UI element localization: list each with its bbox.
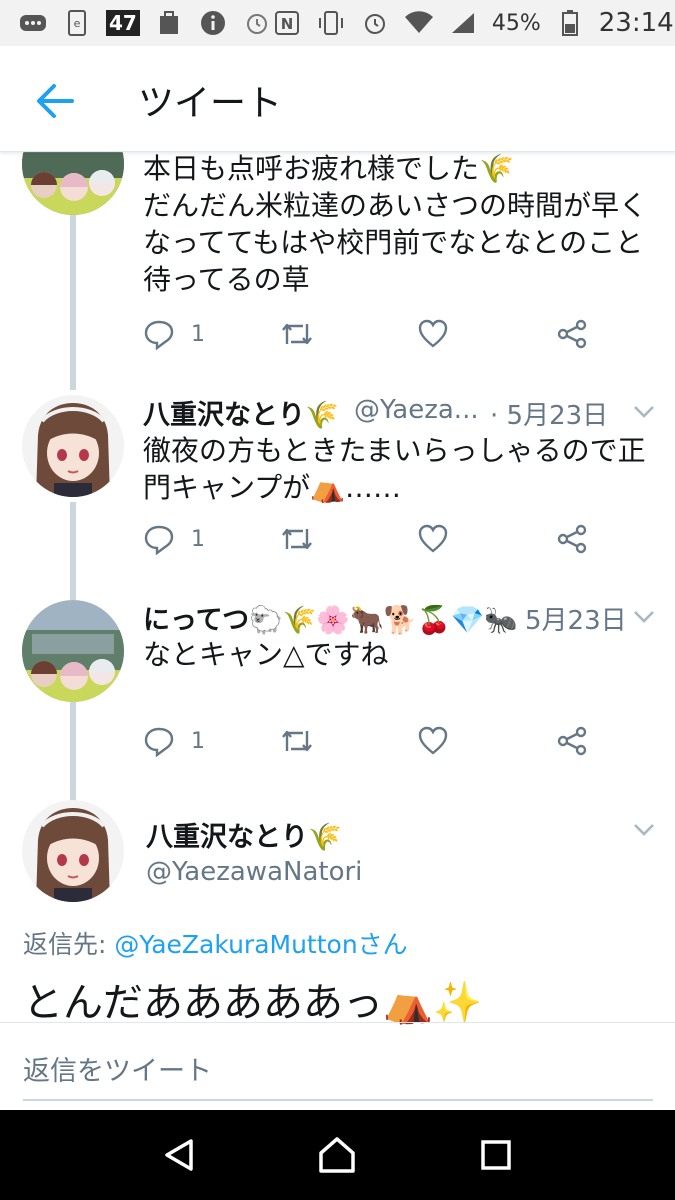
like-button[interactable] — [417, 721, 449, 761]
share-button[interactable] — [556, 314, 588, 354]
input-underline — [23, 1099, 653, 1101]
battery-icon — [555, 9, 585, 37]
alarm-clock-icon — [360, 9, 390, 37]
chevron-down-icon[interactable] — [632, 609, 656, 625]
retweet-button[interactable] — [279, 721, 315, 761]
back-triangle-icon — [165, 1139, 193, 1171]
chevron-down-icon[interactable] — [632, 404, 656, 420]
reply-to: 返信先: @YaeZakuraMuttonさん — [23, 925, 408, 961]
message-icon — [18, 9, 48, 37]
svg-text:e: e — [74, 17, 81, 30]
reply-count: 1 — [191, 728, 205, 754]
wifi-icon — [404, 9, 434, 37]
retweet-button[interactable] — [279, 314, 315, 354]
share-icon — [557, 726, 587, 756]
reply-icon — [144, 727, 174, 757]
heart-icon — [418, 319, 448, 348]
battery-percent: 45% — [491, 10, 541, 36]
back-arrow-icon[interactable] — [34, 80, 76, 122]
status-bar: e 47 N 45% 23:14 — [0, 0, 675, 46]
avatar[interactable] — [22, 395, 124, 497]
reply-composer[interactable]: 返信をツイート — [0, 1022, 675, 1110]
thread-line — [70, 702, 76, 802]
vibrate-icon — [316, 9, 346, 37]
clock: 23:14 — [598, 8, 674, 38]
reply-to-label: 返信先: — [23, 930, 107, 959]
recents-icon — [481, 1140, 511, 1170]
notification-badge: 47 — [106, 10, 140, 36]
author-name[interactable]: 八重沢なとり🌾 — [143, 393, 339, 432]
share-icon — [557, 524, 587, 554]
avatar[interactable] — [22, 800, 124, 902]
tweet-text: なとキャン△ですね — [143, 638, 389, 671]
reply-input[interactable]: 返信をツイート — [23, 1049, 212, 1088]
navigation-bar — [0, 1110, 675, 1200]
reply-icon — [144, 320, 174, 350]
nfc-icon: N — [272, 9, 302, 37]
reply-button[interactable]: 1 — [143, 519, 205, 559]
info-icon — [198, 9, 228, 37]
home-icon — [319, 1137, 356, 1173]
main-tweet-text: とんだあああああっ⛺✨ — [23, 980, 483, 1026]
tweet-date[interactable]: · 5月23日 — [490, 395, 608, 432]
heart-icon — [418, 726, 448, 755]
tweet-text: 徹夜の方もときたまいらっしゃるので正門キャンプが⛺…… — [143, 434, 646, 504]
home-button[interactable] — [312, 1130, 362, 1180]
like-button[interactable] — [417, 519, 449, 559]
svg-text:N: N — [281, 15, 294, 33]
share-icon — [557, 319, 587, 349]
alarm-icon — [242, 9, 272, 37]
reply-icon — [144, 525, 174, 555]
retweet-icon — [282, 528, 312, 550]
sim-icon: e — [62, 9, 92, 37]
chevron-down-icon[interactable] — [632, 822, 656, 838]
share-button[interactable] — [556, 519, 588, 559]
retweet-icon — [282, 323, 312, 345]
avatar[interactable] — [22, 600, 124, 702]
reply-count: 1 — [191, 321, 205, 347]
reply-to-link[interactable]: @YaeZakuraMuttonさん — [114, 930, 407, 959]
tweet-date[interactable]: 5月23日 — [525, 600, 627, 637]
recents-button[interactable] — [471, 1130, 521, 1180]
like-button[interactable] — [417, 314, 449, 354]
author-name[interactable]: 八重沢なとり🌾 — [146, 815, 342, 854]
thread-line — [70, 502, 76, 600]
signal-icon — [448, 9, 478, 37]
author-name[interactable]: にってつ🐑🌾🌸🐂🐕🍒💎🐜 — [143, 598, 518, 637]
reply-button[interactable]: 1 — [143, 721, 205, 761]
back-button[interactable] — [154, 1130, 204, 1180]
thread-line — [70, 215, 76, 390]
share-button[interactable] — [556, 721, 588, 761]
retweet-button[interactable] — [279, 519, 315, 559]
author-handle[interactable]: @Yaeza... — [354, 395, 479, 425]
retweet-icon — [282, 730, 312, 752]
tweet-actions: 1 — [143, 314, 603, 354]
reply-button[interactable]: 1 — [143, 314, 205, 354]
clipboard-icon — [154, 9, 184, 37]
author-handle[interactable]: @YaezawaNatori — [146, 857, 362, 887]
top-app-bar: ツイート — [0, 46, 675, 152]
tweet-actions: 1 — [143, 721, 603, 761]
tweet-actions: 1 — [143, 519, 603, 559]
heart-icon — [418, 524, 448, 553]
reply-count: 1 — [191, 526, 205, 552]
page-title: ツイート — [138, 83, 283, 124]
tweet-text: 本日も点呼お疲れ様でした🌾 だんだん米粒達のあいさつの時間が早くなっててもはや校… — [143, 152, 648, 296]
